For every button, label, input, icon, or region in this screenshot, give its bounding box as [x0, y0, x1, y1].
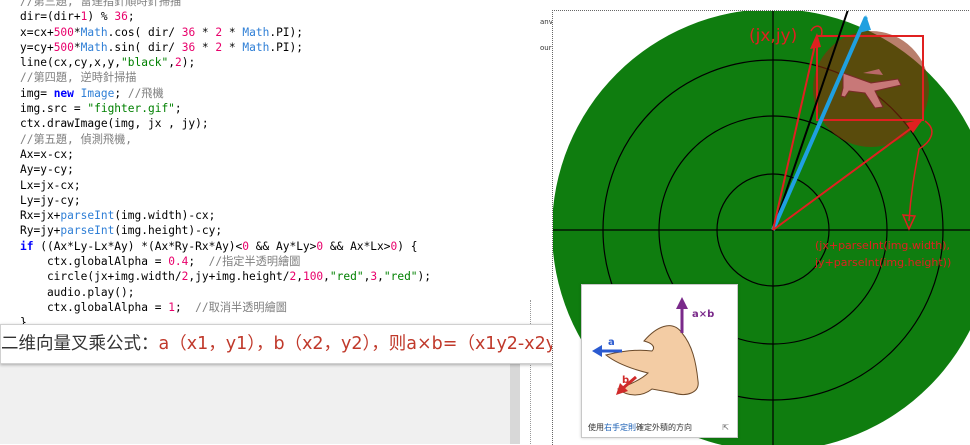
label-corner-line2: jy+parseInt(img.height)) — [814, 256, 951, 269]
expand-icon[interactable]: ⇱ — [722, 423, 729, 432]
code-line: Lx=jx-cx; — [20, 178, 81, 192]
code-line: Rx=jx+parseInt(img.width)-cx; — [20, 209, 216, 223]
caption-suffix: 確定外積的方向 — [636, 423, 692, 432]
code-line: if ((Ax*Ly-Lx*Ay) *(Ax*Ry-Rx*Ay)<0 && Ay… — [20, 239, 418, 253]
code-line: ctx.globalAlpha = 0.4; //指定半透明繪圖 — [20, 255, 301, 269]
code-line: img.src = "fighter.gif"; — [20, 102, 182, 116]
behind-label: anv — [540, 18, 553, 26]
axb-arrowhead — [676, 297, 688, 309]
code-line: y=cy+500*Math.sin( dir/ 36 * 2 * Math.PI… — [20, 40, 304, 54]
figure-caption: 使用右手定則確定外積的方向 — [588, 422, 692, 433]
code-line: Ax=x-cx; — [20, 147, 74, 161]
code-line: line(cx,cy,x,y,"black",2); — [20, 56, 196, 70]
code-line: //第五題, 偵測飛機, — [20, 132, 132, 146]
cross-product-formula: 二维向量叉乘公式：a（x1，y1），b（x2，y2），则a×b=（x1y2-x2… — [0, 324, 573, 364]
formula-math: a（x1，y1），b（x2，y2），则a×b=（x1y2-x2y1) — [158, 334, 573, 354]
a-arrowhead — [592, 345, 602, 357]
code-line: dir=(dir+1) % 36; — [20, 10, 135, 24]
behind-label: our — [540, 44, 552, 52]
right-hand-rule-figure[interactable]: a×b a b 使用右手定則確定外積的方向 ⇱ — [581, 284, 738, 438]
label-axb: a×b — [692, 309, 714, 320]
scrollbar[interactable] — [510, 360, 520, 444]
code-line: img= new Image; //飛機 — [20, 86, 164, 100]
label-jxjy: (jx,jy) — [749, 26, 797, 46]
code-line: audio.play(); — [20, 285, 135, 299]
code-editor: //第三題, 雷達指針順時針掃描 dir=(dir+1) % 36; x=cx+50… — [0, 0, 539, 341]
code-line: //第四題, 逆時針掃描 — [20, 71, 137, 85]
label-b: b — [622, 375, 629, 386]
code-line: ctx.globalAlpha = 1; //取消半透明繪圖 — [20, 300, 287, 314]
code-line: Ay=y-cy; — [20, 163, 74, 177]
code-line: Ry=jy+parseInt(img.height)-cy; — [20, 224, 223, 238]
code-line: circle(jx+img.width/2,jy+img.height/2,10… — [20, 270, 432, 284]
label-a: a — [608, 337, 615, 348]
caption-prefix: 使用 — [588, 423, 604, 432]
label-corner-line1: (jx+parseInt(img.width), — [815, 239, 950, 252]
code-line: Ly=jy-cy; — [20, 193, 81, 207]
code-block: //第三題, 雷達指針順時針掃描 dir=(dir+1) % 36; x=cx+50… — [0, 0, 538, 331]
code-line: x=cx+500*Math.cos( dir/ 36 * 2 * Math.PI… — [20, 25, 304, 39]
right-hand-rule-link[interactable]: 右手定則 — [604, 423, 636, 432]
code-line: //第三題, 雷達指針順時針掃描 — [20, 0, 182, 8]
background-panel — [0, 360, 520, 444]
right-hand-rule-svg: a×b a b — [592, 297, 714, 396]
code-line: ctx.drawImage(img, jx , jy); — [20, 117, 209, 131]
formula-label: 二维向量叉乘公式： — [1, 334, 159, 354]
